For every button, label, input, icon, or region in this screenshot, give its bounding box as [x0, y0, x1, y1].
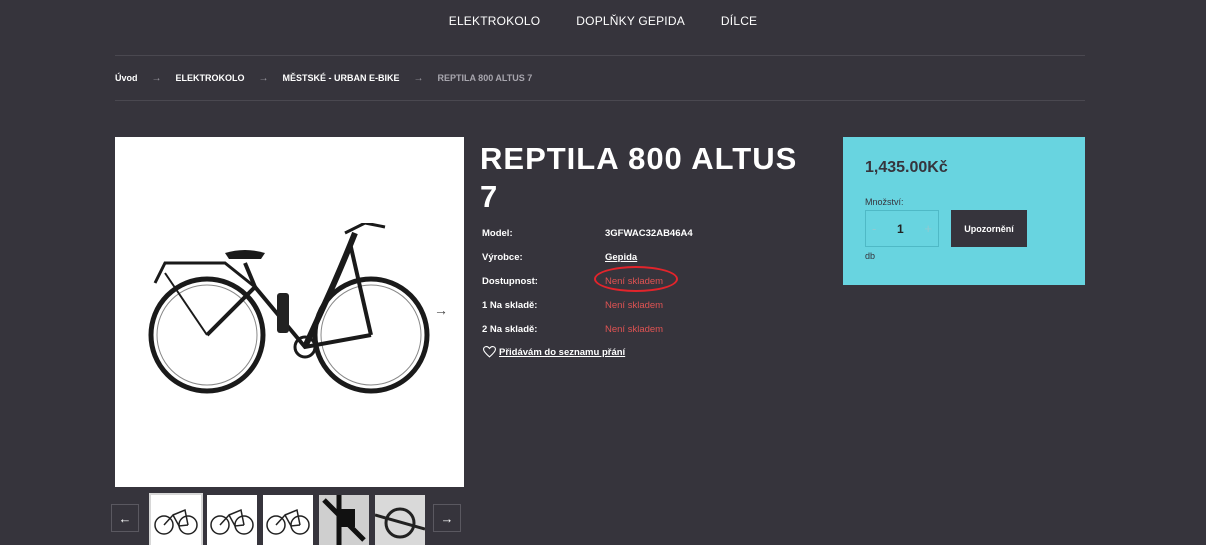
breadcrumb: Úvod → ELEKTROKOLO → MĚSTSKÉ - URBAN E-B…: [115, 72, 532, 84]
breadcrumb-urban-ebike[interactable]: MĚSTSKÉ - URBAN E-BIKE: [283, 73, 400, 83]
spec-value-model: 3GFWAC32AB46A4: [605, 228, 693, 239]
thumb-next-button[interactable]: →: [433, 504, 461, 532]
divider-top: [115, 55, 1085, 56]
wishlist-link[interactable]: Přidávám do seznamu přání: [483, 346, 625, 358]
quantity-label: Množství:: [865, 197, 904, 207]
spec-label: 1 Na skladě:: [482, 300, 538, 311]
nav-item-doplnky[interactable]: DOPLŇKY GEPIDA: [576, 14, 685, 28]
spec-label: Výrobce:: [482, 252, 523, 263]
thumbnail-2[interactable]: [207, 495, 257, 545]
thumbnail-1[interactable]: [149, 493, 203, 545]
quantity-increase-button[interactable]: +: [924, 221, 932, 236]
highlight-circle: [594, 266, 678, 292]
thumbnail-5[interactable]: [375, 495, 425, 545]
breadcrumb-separator: →: [151, 72, 162, 84]
thumb-prev-button[interactable]: ←: [111, 504, 139, 532]
quantity-unit: db: [865, 251, 876, 261]
stock-status-1: Není skladem: [605, 300, 664, 311]
quantity-decrease-button[interactable]: -: [872, 221, 876, 236]
thumbnail-4[interactable]: [319, 495, 369, 545]
wishlist-label: Přidávám do seznamu přání: [499, 346, 626, 358]
product-title: REPTILA 800 ALTUS 7: [480, 141, 798, 214]
spec-label: Dostupnost:: [482, 276, 538, 287]
motor-detail-thumbnail-icon: [319, 495, 369, 545]
drivetrain-detail-thumbnail-icon: [375, 495, 425, 545]
quantity-stepper: - 1 +: [865, 210, 939, 247]
top-navigation: ELEKTROKOLO DOPLŇKY GEPIDA DÍLCE: [0, 0, 1206, 42]
quantity-input[interactable]: 1: [897, 222, 904, 236]
breadcrumb-separator: →: [413, 72, 424, 84]
notify-button[interactable]: Upozornění: [951, 210, 1027, 247]
breadcrumb-home[interactable]: Úvod: [115, 73, 138, 83]
bike-image: [148, 223, 430, 394]
arrow-right-icon[interactable]: →: [434, 303, 448, 317]
bike-thumbnail-icon: [210, 508, 254, 535]
manufacturer-link[interactable]: Gepida: [605, 252, 637, 263]
heart-icon: [483, 346, 496, 358]
breadcrumb-separator: →: [258, 72, 269, 84]
product-price: 1,435.00Kč: [865, 159, 948, 176]
main-product-image[interactable]: →: [115, 137, 464, 487]
breadcrumb-current: REPTILA 800 ALTUS 7: [437, 73, 533, 83]
nav-item-elektrokolo[interactable]: ELEKTROKOLO: [449, 14, 541, 28]
nav-item-dilce[interactable]: DÍLCE: [721, 14, 757, 28]
divider-bottom: [115, 100, 1085, 101]
arrow-right-icon: →: [440, 510, 454, 526]
bike-thumbnail-icon: [266, 508, 310, 535]
bike-thumbnail-icon: [154, 508, 198, 535]
buy-box: 1,435.00Kč Množství: - 1 + Upozornění db: [843, 137, 1085, 285]
breadcrumb-elektrokolo[interactable]: ELEKTROKOLO: [176, 73, 245, 83]
spec-label: 2 Na skladě:: [482, 324, 538, 335]
arrow-left-icon: ←: [118, 510, 132, 526]
spec-label: Model:: [482, 228, 513, 239]
thumbnail-3[interactable]: [263, 495, 313, 545]
stock-status-2: Není skladem: [605, 324, 664, 335]
